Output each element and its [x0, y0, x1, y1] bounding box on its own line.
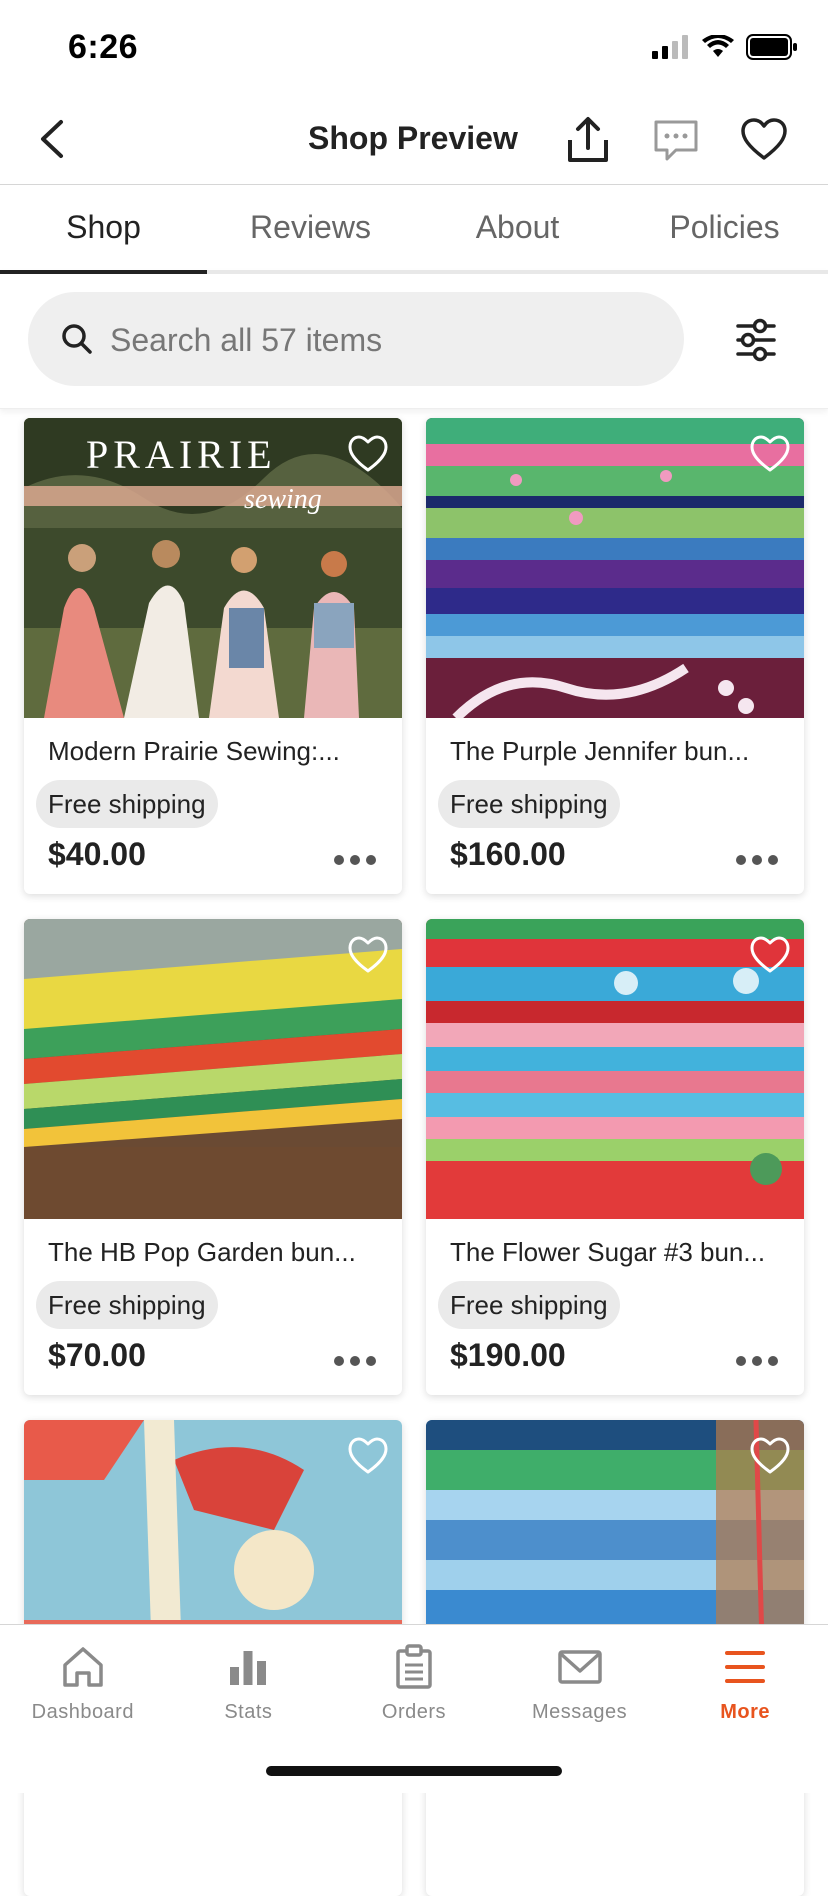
listing-price: $40.00	[48, 836, 146, 872]
navigation-bar: Shop Preview	[0, 96, 828, 185]
free-shipping-badge: Free shipping	[438, 1281, 620, 1329]
status-time: 6:26	[68, 28, 139, 66]
battery-icon	[746, 34, 797, 60]
tab-about[interactable]: About	[414, 184, 621, 270]
status-bar: 6:26	[0, 0, 828, 96]
favorite-heart-icon[interactable]	[346, 933, 390, 977]
status-icons	[652, 34, 798, 60]
tab-reviews[interactable]: Reviews	[207, 184, 414, 270]
free-shipping-badge: Free shipping	[438, 780, 620, 828]
bar-chart-icon	[230, 1651, 267, 1685]
tab-label: More	[720, 1701, 771, 1723]
more-options-icon[interactable]	[734, 850, 780, 870]
tab-policies[interactable]: Policies	[621, 184, 828, 270]
listing-price: $160.00	[450, 836, 566, 872]
favorite-heart-icon[interactable]	[346, 1434, 390, 1478]
favorite-heart-icon[interactable]	[748, 1434, 792, 1478]
image-overlay-title: PRAIRIE	[86, 432, 277, 477]
chevron-left-icon[interactable]	[30, 114, 80, 164]
listing-card[interactable]: PRAIRIE sewing Modern Prairie Sewing:...…	[24, 418, 402, 894]
home-icon	[63, 1647, 103, 1687]
search-input[interactable]	[108, 292, 652, 388]
shop-tabs: Shop Reviews About Policies	[0, 184, 828, 274]
listing-card[interactable]: The Purple Jennifer bun... Free shipping…	[426, 418, 804, 894]
listing-card[interactable]: The Flower Sugar #3 bun... Free shipping…	[426, 919, 804, 1395]
more-options-icon[interactable]	[332, 850, 378, 870]
tab-shop[interactable]: Shop	[0, 184, 207, 274]
search-icon	[62, 324, 92, 354]
search-bar[interactable]	[28, 292, 684, 388]
tab-label: Dashboard	[31, 1701, 134, 1723]
tab-label: Stats	[224, 1701, 273, 1723]
listing-price: $190.00	[450, 1337, 566, 1373]
more-options-icon[interactable]	[734, 1351, 780, 1371]
favorite-heart-icon[interactable]	[748, 432, 792, 476]
cellular-signal-icon	[652, 35, 688, 59]
menu-icon	[725, 1651, 766, 1683]
filter-sliders-icon[interactable]	[730, 314, 782, 366]
wifi-icon	[702, 35, 734, 57]
free-shipping-badge: Free shipping	[36, 1281, 218, 1329]
heart-icon[interactable]	[738, 114, 790, 166]
page-title: Shop Preview	[308, 120, 518, 156]
listing-card[interactable]: The HB Pop Garden bun... Free shipping $…	[24, 919, 402, 1395]
favorite-heart-icon[interactable]	[748, 933, 792, 977]
listing-title: The Purple Jennifer bun...	[450, 736, 750, 766]
chat-bubble-icon[interactable]	[650, 114, 702, 166]
free-shipping-badge: Free shipping	[36, 780, 218, 828]
search-row	[0, 270, 828, 409]
share-icon[interactable]	[562, 114, 614, 166]
listing-title: Modern Prairie Sewing:...	[48, 736, 340, 766]
more-options-icon[interactable]	[332, 1351, 378, 1371]
tab-label: Messages	[532, 1701, 628, 1723]
envelope-icon	[557, 1650, 602, 1684]
tab-more[interactable]: More	[662, 1625, 828, 1793]
listing-title: The Flower Sugar #3 bun...	[450, 1237, 766, 1267]
listing-title: The HB Pop Garden bun...	[48, 1237, 356, 1267]
image-overlay-subtitle: sewing	[244, 484, 322, 515]
tab-dashboard[interactable]: Dashboard	[0, 1625, 166, 1793]
tab-label: Orders	[381, 1701, 447, 1723]
home-indicator[interactable]	[266, 1766, 562, 1776]
clipboard-icon	[396, 1644, 432, 1689]
favorite-heart-icon[interactable]	[346, 432, 390, 476]
listing-price: $70.00	[48, 1337, 146, 1373]
